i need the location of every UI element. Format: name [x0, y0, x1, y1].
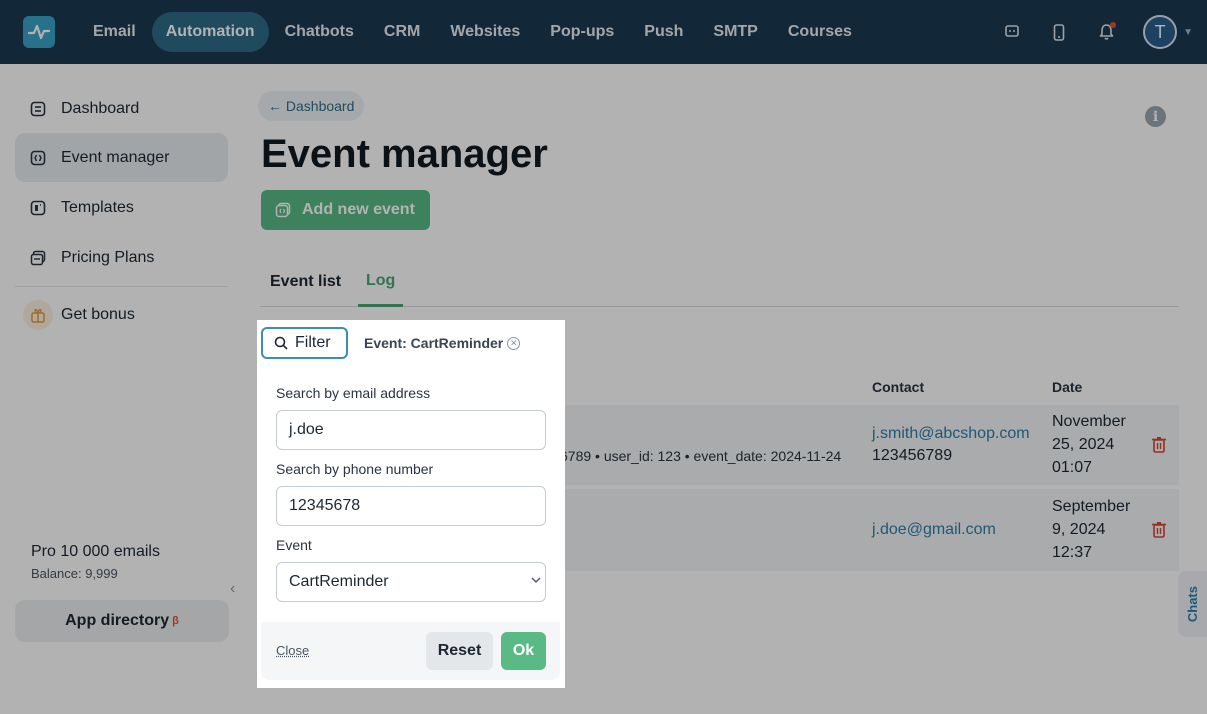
- email-search-label: Search by email address: [276, 385, 431, 401]
- close-filter-link[interactable]: Close: [276, 643, 309, 658]
- event-select[interactable]: CartReminder: [276, 562, 546, 602]
- reset-button[interactable]: Reset: [426, 632, 493, 670]
- modal-overlay[interactable]: [0, 0, 1207, 714]
- active-filter-label: Event: CartReminder: [364, 335, 504, 351]
- event-select-value: CartReminder: [289, 573, 389, 590]
- ok-button[interactable]: Ok: [501, 632, 546, 670]
- search-icon: [274, 336, 288, 350]
- phone-search-input[interactable]: 12345678: [276, 486, 546, 526]
- phone-search-label: Search by phone number: [276, 461, 434, 477]
- event-select-label: Event: [276, 537, 312, 553]
- email-search-value: j.doe: [289, 421, 324, 438]
- filter-button-label: Filter: [295, 334, 331, 351]
- email-search-input[interactable]: j.doe: [276, 410, 546, 450]
- phone-search-value: 12345678: [289, 497, 361, 514]
- chevron-down-icon: [531, 576, 541, 587]
- filter-button[interactable]: Filter: [261, 327, 348, 359]
- remove-filter-icon[interactable]: ✕: [507, 336, 521, 350]
- active-filter-chip[interactable]: Event: CartReminder ✕: [364, 335, 521, 351]
